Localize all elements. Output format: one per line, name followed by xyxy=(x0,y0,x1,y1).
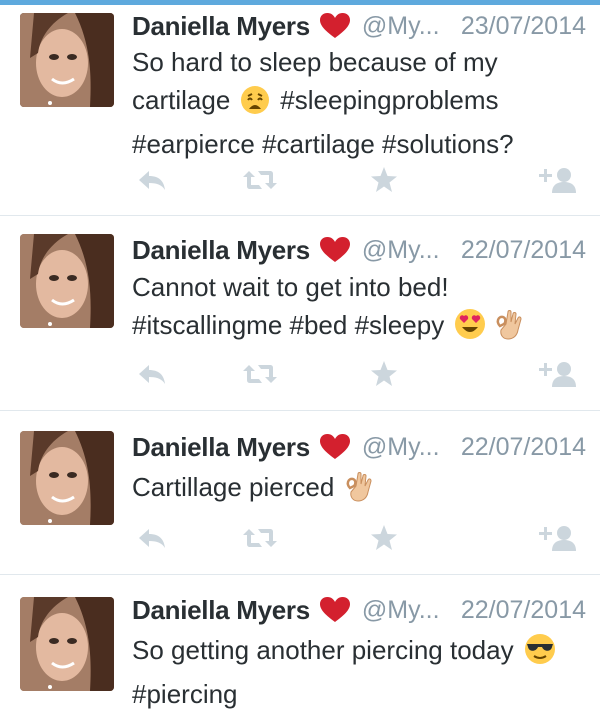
follow-icon[interactable] xyxy=(536,523,576,553)
user-handle[interactable]: @My... xyxy=(362,433,440,462)
tweet-line: Cartillage pierced xyxy=(132,468,580,512)
heart-eyes-emoji-icon xyxy=(454,308,486,350)
tweet-text: Cannot wait to get into bed! #itscalling… xyxy=(132,268,580,350)
user-handle[interactable]: @My... xyxy=(362,596,440,625)
star-icon[interactable] xyxy=(364,359,404,389)
follow-icon[interactable] xyxy=(536,359,576,389)
tweet-date[interactable]: 22/07/2014 xyxy=(461,596,586,625)
retweet-icon[interactable] xyxy=(240,165,280,195)
tweet-date[interactable]: 22/07/2014 xyxy=(461,433,586,462)
tweet-line: #itscallingme #bed #sleepy xyxy=(132,306,580,350)
tweet-line: Cannot wait to get into bed! xyxy=(132,272,449,302)
tweet[interactable]: Daniella Myers @My... 22/07/2014 So gett… xyxy=(0,575,600,723)
tweet-line: #earpierce #cartilage #solutions? xyxy=(132,129,514,159)
hashtags[interactable]: #itscallingme #bed #sleepy xyxy=(132,310,444,340)
tweet-date[interactable]: 23/07/2014 xyxy=(461,12,586,41)
reply-icon[interactable] xyxy=(132,359,172,389)
avatar[interactable] xyxy=(20,431,114,525)
reply-icon[interactable] xyxy=(132,523,172,553)
heart-icon xyxy=(319,237,350,263)
ok-hand-emoji-icon xyxy=(344,470,372,512)
tweet-date[interactable]: 22/07/2014 xyxy=(461,236,586,265)
user-handle[interactable]: @My... xyxy=(362,12,440,41)
tweet-line: cartilage #sleepingproblems xyxy=(132,81,580,125)
tweet-text: So hard to sleep because of my cartilage… xyxy=(132,43,580,163)
tweet-line: So getting another piercing today xyxy=(132,631,580,675)
tweet-text: So getting another piercing today #pierc… xyxy=(132,631,580,713)
tweet-line-text: Cartillage pierced xyxy=(132,472,335,502)
display-name[interactable]: Daniella Myers xyxy=(132,595,310,626)
hashtag[interactable]: #sleepingproblems xyxy=(280,85,498,115)
tweet[interactable]: Daniella Myers @My... 22/07/2014 Cartill… xyxy=(0,411,600,575)
avatar[interactable] xyxy=(20,13,114,107)
retweet-icon[interactable] xyxy=(240,359,280,389)
avatar[interactable] xyxy=(20,597,114,691)
tweet-line-text: cartilage xyxy=(132,85,231,115)
tweet-line: So hard to sleep because of my xyxy=(132,47,498,77)
tweet[interactable]: Daniella Myers @My... 22/07/2014 Cannot … xyxy=(0,216,600,411)
star-icon[interactable] xyxy=(364,523,404,553)
display-name[interactable]: Daniella Myers xyxy=(132,235,310,266)
sunglasses-emoji-icon xyxy=(524,633,556,675)
heart-icon xyxy=(319,434,350,460)
tweet-actions xyxy=(132,523,586,553)
follow-icon[interactable] xyxy=(536,165,576,195)
tweet-line-text: So getting another piercing today xyxy=(132,635,514,665)
heart-icon xyxy=(319,13,350,39)
reply-icon[interactable] xyxy=(132,165,172,195)
display-name[interactable]: Daniella Myers xyxy=(132,11,310,42)
retweet-icon[interactable] xyxy=(240,523,280,553)
tweet[interactable]: Daniella Myers @My... 23/07/2014 So hard… xyxy=(0,5,600,216)
tweet-actions xyxy=(132,165,586,195)
weary-face-emoji-icon xyxy=(240,85,270,125)
ok-hand-emoji-icon xyxy=(494,308,522,350)
heart-icon xyxy=(319,597,350,623)
star-icon[interactable] xyxy=(364,165,404,195)
hashtag[interactable]: #piercing xyxy=(132,675,580,713)
display-name[interactable]: Daniella Myers xyxy=(132,432,310,463)
tweet-text: Cartillage pierced xyxy=(132,468,580,512)
tweet-actions xyxy=(132,359,586,389)
user-handle[interactable]: @My... xyxy=(362,236,440,265)
avatar[interactable] xyxy=(20,234,114,328)
